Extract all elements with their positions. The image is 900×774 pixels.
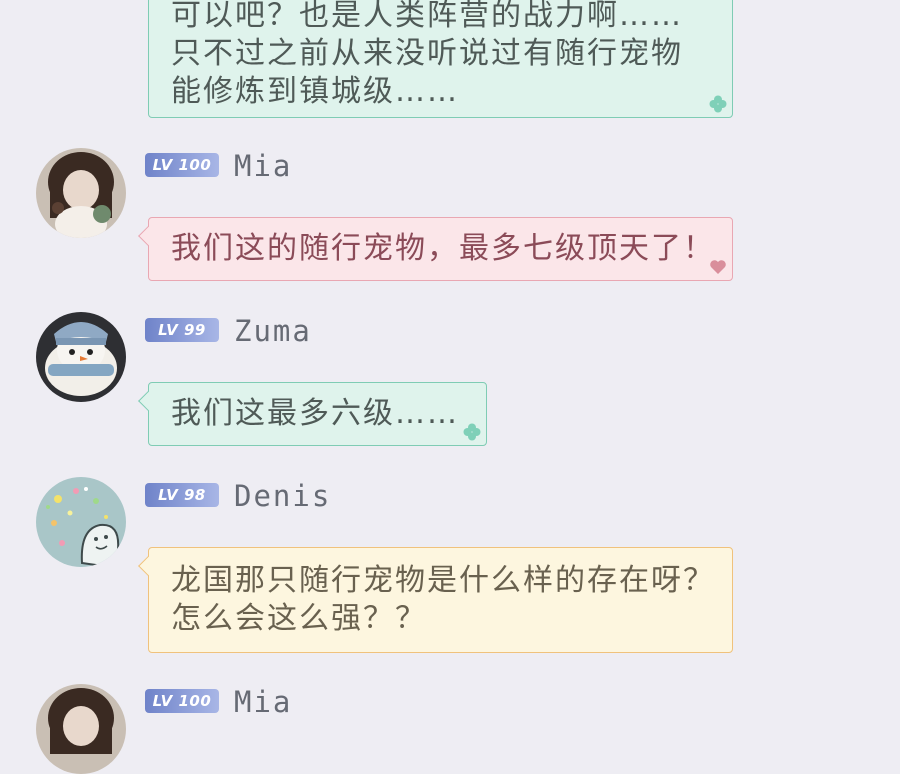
message-text-line: 龙国那只随行宠物是什么样的存在呀？ <box>171 563 715 598</box>
message-bubble: 龙国那只随行宠物是什么样的存在呀？ 怎么会这么强？？ <box>138 547 733 653</box>
username[interactable]: Mia <box>234 685 292 719</box>
message-text-line: 怎么会这么强？？ <box>171 601 427 636</box>
avatar[interactable] <box>36 684 126 774</box>
username[interactable]: Zuma <box>234 314 312 348</box>
level-badge: LV 100 <box>145 689 219 713</box>
avatar[interactable] <box>36 148 126 238</box>
level-badge: LV 100 <box>145 153 219 177</box>
clover-icon <box>463 423 481 441</box>
message-text-line: 能修炼到镇城级…… <box>171 74 459 109</box>
username[interactable]: Denis <box>234 479 331 513</box>
avatar[interactable] <box>36 312 126 402</box>
bubble-tail <box>138 226 158 246</box>
message-text-line: 可以吧？也是人类阵营的战力啊…… <box>171 0 683 33</box>
level-badge: LV 98 <box>145 483 219 507</box>
message-text-line: 只不过之前从来没听说过有随行宠物 <box>171 36 683 71</box>
message-text-line: 我们这最多六级…… <box>171 396 459 431</box>
level-badge: LV 99 <box>145 318 219 342</box>
message-text-line: 我们这的随行宠物，最多七级顶天了！ <box>171 231 715 266</box>
message-bubble: 可以吧？也是人类阵营的战力啊…… 只不过之前从来没听说过有随行宠物 能修炼到镇城… <box>148 0 733 118</box>
avatar[interactable] <box>36 477 126 567</box>
bubble-tail <box>138 556 158 576</box>
clover-icon <box>709 95 727 113</box>
message-bubble: 我们这的随行宠物，最多七级顶天了！ <box>138 217 733 281</box>
bubble-tail <box>138 391 158 411</box>
message-bubble: 我们这最多六级…… <box>138 382 487 446</box>
username[interactable]: Mia <box>234 149 292 183</box>
heart-icon <box>710 260 726 274</box>
